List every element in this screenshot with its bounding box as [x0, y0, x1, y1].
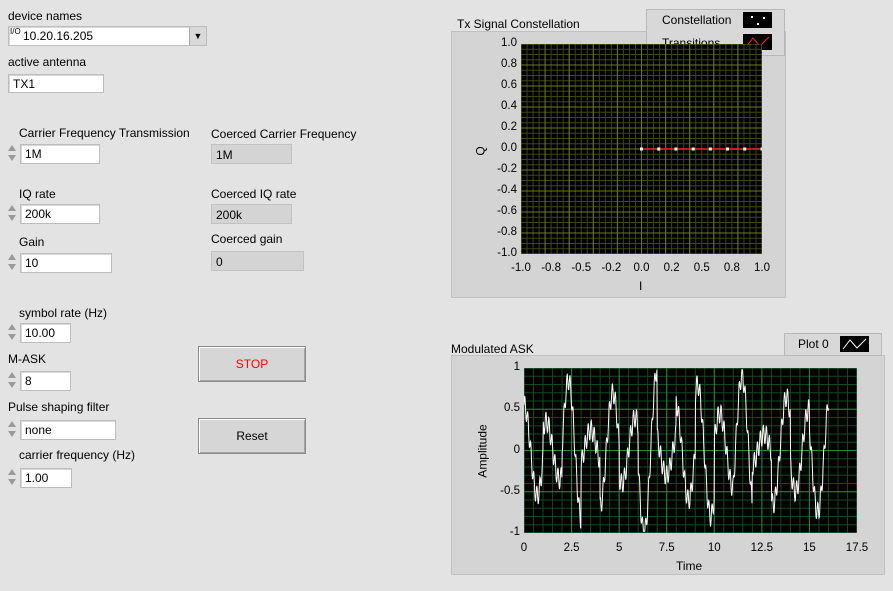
m-ask-label: M-ASK — [8, 352, 47, 366]
carrier-frequency-spinner[interactable] — [8, 142, 17, 164]
coerced-iq-rate-indicator: 200k — [211, 204, 292, 224]
legend-plot-0-label: Plot 0 — [798, 337, 829, 351]
x-tick-label: 10 — [707, 542, 721, 554]
stop-button-label: STOP — [235, 357, 269, 371]
x-tick-label: 7.5 — [658, 542, 675, 554]
modulated-ask-title: Modulated ASK — [451, 342, 534, 356]
constellation-point — [657, 147, 661, 151]
increment-arrow-icon[interactable] — [8, 469, 16, 475]
coerced-gain-indicator: 0 — [211, 251, 304, 271]
active-antenna-field[interactable]: TX1 — [8, 74, 104, 93]
reset-button[interactable]: Reset — [198, 418, 306, 454]
constellation-point — [743, 147, 747, 151]
y-tick-label: -1.0 — [497, 247, 517, 259]
y-tick-label: 0.0 — [501, 142, 517, 154]
increment-arrow-icon[interactable] — [8, 145, 16, 151]
carrier-frequency-hz-spinner[interactable] — [8, 466, 17, 488]
i-axis-label: I — [639, 279, 643, 293]
constellation-point — [708, 147, 712, 151]
gain-spinner[interactable] — [8, 251, 17, 273]
y-tick-label: -0.4 — [497, 184, 517, 196]
gain-field[interactable]: 10 — [20, 253, 112, 273]
coerced-gain-label: Coerced gain — [211, 232, 283, 246]
x-tick-label: 1.0 — [754, 262, 770, 274]
y-tick-label: 1.0 — [501, 37, 517, 49]
decrement-arrow-icon[interactable] — [8, 431, 16, 437]
reset-button-label: Reset — [236, 429, 268, 443]
decrement-arrow-icon[interactable] — [8, 264, 16, 270]
increment-arrow-icon[interactable] — [8, 254, 16, 260]
constellation-point — [726, 147, 730, 151]
constellation-point — [640, 147, 643, 151]
y-tick-label: -0.5 — [500, 484, 520, 497]
increment-arrow-icon[interactable] — [8, 324, 16, 330]
decrement-arrow-icon[interactable] — [8, 215, 16, 221]
time-axis-label: Time — [676, 559, 703, 573]
io-icon: I/O — [10, 27, 21, 36]
increment-arrow-icon[interactable] — [8, 205, 16, 211]
legend-constellation-label: Constellation — [662, 13, 732, 27]
increment-arrow-icon[interactable] — [8, 421, 16, 427]
constellation-title: Tx Signal Constellation — [457, 17, 580, 31]
x-tick-label: 12.5 — [750, 542, 774, 554]
y-tick-label: 0 — [513, 443, 520, 456]
coerced-carrier-frequency-label: Coerced Carrier Frequency — [211, 127, 357, 141]
coerced-iq-rate-label: Coerced IQ rate — [211, 187, 297, 201]
y-tick-label: 1 — [513, 361, 520, 373]
x-tick-label: 0 — [520, 542, 528, 554]
device-names-label: device names — [8, 9, 83, 23]
y-tick-label: 0.8 — [501, 58, 517, 70]
symbol-rate-field[interactable]: 10.00 — [20, 323, 71, 343]
plot-0-legend[interactable]: Plot 0 — [784, 333, 882, 356]
m-ask-spinner[interactable] — [8, 369, 17, 391]
carrier-frequency-hz-field[interactable]: 1.00 — [20, 468, 72, 488]
carrier-frequency-transmission-label: Carrier Frequency Transmission — [19, 126, 190, 140]
pulse-shaping-filter-label: Pulse shaping filter — [8, 400, 110, 414]
modulated-ask-plot-area[interactable] — [524, 368, 857, 533]
y-tick-label: -0.6 — [497, 205, 517, 217]
stop-button[interactable]: STOP — [198, 346, 306, 382]
symbol-rate-spinner[interactable] — [8, 321, 17, 343]
increment-arrow-icon[interactable] — [8, 372, 16, 378]
pulse-shaping-filter-spinner[interactable] — [8, 418, 17, 440]
decrement-arrow-icon[interactable] — [8, 382, 16, 388]
decrement-arrow-icon[interactable] — [8, 155, 16, 161]
plot-line-icon — [840, 336, 869, 352]
x-tick-label: 17.5 — [845, 542, 869, 554]
constellation-plot-area[interactable] — [521, 44, 762, 254]
iq-rate-field[interactable]: 200k — [20, 204, 100, 224]
gain-label: Gain — [19, 235, 45, 249]
x-tick-label: 15 — [803, 542, 816, 554]
y-tick-label: 0.6 — [501, 79, 517, 91]
decrement-arrow-icon[interactable] — [8, 479, 16, 485]
x-tick-label: 2.5 — [563, 542, 580, 554]
dropdown-arrow-icon[interactable]: ▼ — [189, 27, 206, 45]
carrier-frequency-hz-label: carrier frequency (Hz) — [19, 448, 136, 462]
constellation-dots-icon — [743, 12, 772, 28]
device-names-value: 10.20.16.205 — [23, 29, 94, 43]
y-tick-label: -0.8 — [497, 226, 517, 238]
y-tick-label: -0.2 — [497, 163, 517, 175]
y-tick-label: -1 — [509, 526, 520, 538]
y-tick-label: 0.2 — [501, 121, 517, 133]
device-names-select[interactable]: I/O 10.20.16.205 ▼ — [8, 26, 207, 46]
x-tick-label: 5 — [615, 542, 623, 554]
active-antenna-label: active antenna — [8, 55, 87, 69]
y-tick-label: 0.4 — [501, 100, 517, 112]
constellation-point — [691, 147, 695, 151]
decrement-arrow-icon[interactable] — [8, 334, 16, 340]
carrier-frequency-transmission-field[interactable]: 1M — [20, 144, 100, 164]
iq-rate-spinner[interactable] — [8, 202, 17, 224]
y-tick-label: 0.5 — [504, 402, 520, 415]
iq-rate-label: IQ rate — [19, 187, 56, 201]
m-ask-field[interactable]: 8 — [20, 371, 71, 391]
constellation-point — [760, 147, 762, 151]
symbol-rate-label: symbol rate (Hz) — [19, 306, 108, 320]
pulse-shaping-filter-field[interactable]: none — [20, 420, 116, 440]
coerced-carrier-frequency-indicator: 1M — [211, 144, 292, 164]
constellation-point — [674, 147, 678, 151]
